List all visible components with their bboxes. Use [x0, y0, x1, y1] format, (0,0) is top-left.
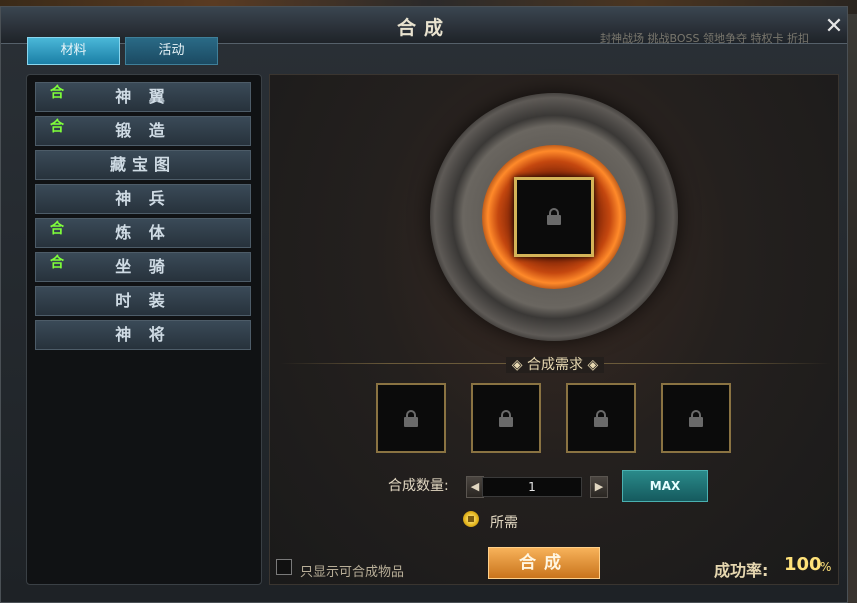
coin-icon	[463, 511, 479, 527]
quantity-label: 合成数量:	[388, 478, 449, 494]
material-slot-3[interactable]	[566, 383, 636, 453]
background-top-links: 封神战场 挑战BOSS 领地争夺 特权卡 折扣	[600, 32, 809, 45]
cost-label: 所需	[490, 515, 518, 531]
lock-icon	[498, 410, 514, 427]
success-rate-value: 100	[784, 554, 822, 575]
synthesis-window: 合成 ✕ 材料 活动 合 神 翼 合 锻 造 藏宝图 神 兵 合 炼 体 合 坐…	[0, 6, 848, 603]
sidebar-item-label: 坐 骑	[115, 257, 171, 276]
sidebar-item-lianti[interactable]: 合 炼 体	[35, 218, 251, 248]
tab-events[interactable]: 活动	[125, 37, 218, 65]
only-craftable-label: 只显示可合成物品	[300, 565, 405, 580]
sidebar-item-label: 神 兵	[115, 189, 171, 208]
success-rate-label: 成功率:	[714, 561, 769, 580]
sidebar-item-label: 炼 体	[115, 223, 171, 242]
sidebar-item-shizhuang[interactable]: 时 装	[35, 286, 251, 316]
max-quantity-button[interactable]: MAX	[622, 470, 708, 502]
material-slot-2[interactable]	[471, 383, 541, 453]
sidebar-item-duanzao[interactable]: 合 锻 造	[35, 116, 251, 146]
sidebar-item-shenyi[interactable]: 合 神 翼	[35, 82, 251, 112]
only-craftable-checkbox[interactable]	[276, 559, 292, 575]
sidebar-item-cangbaotu[interactable]: 藏宝图	[35, 150, 251, 180]
sidebar-item-label: 神 翼	[115, 87, 171, 106]
quantity-increase-button[interactable]: ▶	[590, 476, 608, 498]
sidebar-item-label: 锻 造	[115, 121, 171, 140]
category-sidebar: 合 神 翼 合 锻 造 藏宝图 神 兵 合 炼 体 合 坐 骑 时 装 神 将	[26, 74, 262, 585]
sidebar-item-label: 时 装	[115, 291, 171, 310]
quantity-input[interactable]: 1	[482, 477, 582, 497]
synthesis-panel: ◈ 合成需求 ◈ 合成数量: ◀ 1 ▶ MAX 所需 只显示可合成物品 合成 …	[269, 74, 839, 585]
craftable-badge: 合	[50, 255, 64, 271]
lock-icon	[688, 410, 704, 427]
craftable-badge: 合	[50, 221, 64, 237]
result-item-slot[interactable]	[514, 177, 594, 257]
sidebar-item-label: 藏宝图	[109, 155, 176, 174]
success-rate-unit: %	[820, 560, 832, 574]
lock-icon	[546, 208, 562, 225]
craftable-badge: 合	[50, 119, 64, 135]
synthesize-button[interactable]: 合成	[488, 547, 600, 579]
sidebar-item-zuoqi[interactable]: 合 坐 骑	[35, 252, 251, 282]
sidebar-item-shenjiang[interactable]: 神 将	[35, 320, 251, 350]
craftable-badge: 合	[50, 85, 64, 101]
sidebar-item-shenbing[interactable]: 神 兵	[35, 184, 251, 214]
material-slot-1[interactable]	[376, 383, 446, 453]
lock-icon	[403, 410, 419, 427]
requirement-heading: ◈ 合成需求 ◈	[270, 354, 840, 374]
sidebar-item-label: 神 将	[115, 325, 171, 344]
material-slot-4[interactable]	[661, 383, 731, 453]
tab-materials[interactable]: 材料	[27, 37, 120, 65]
lock-icon	[593, 410, 609, 427]
